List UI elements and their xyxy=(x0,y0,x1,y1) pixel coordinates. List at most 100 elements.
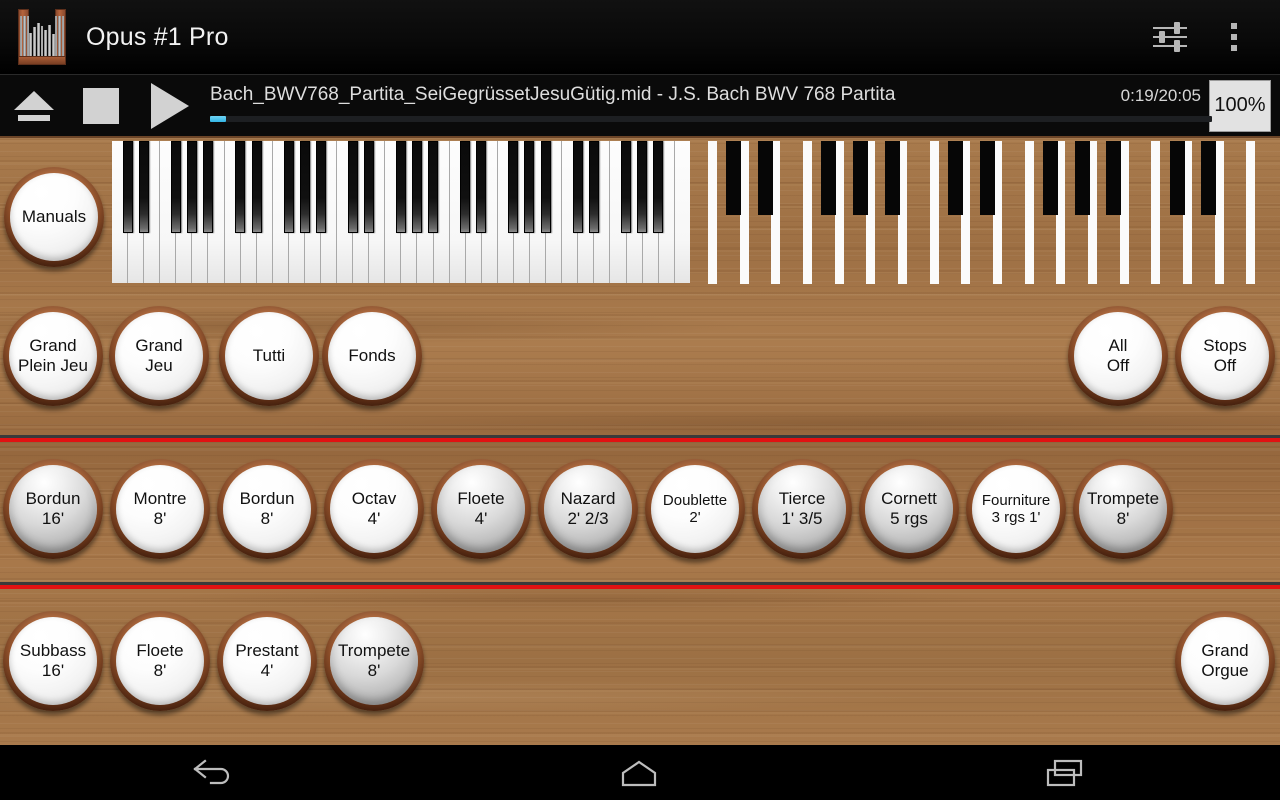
pedal-sharp-key[interactable] xyxy=(1043,141,1059,215)
black-key[interactable] xyxy=(572,141,583,233)
pedal-stop-prestant-4[interactable]: Prestant 4' xyxy=(217,611,317,711)
manual-stop-montre-8[interactable]: Montre 8' xyxy=(110,459,210,559)
pedal-sharp-key[interactable] xyxy=(821,141,837,215)
pedal-stop-trompete-8-label: Trompete 8' xyxy=(330,617,418,705)
black-key[interactable] xyxy=(588,141,599,233)
combination-fonds[interactable]: Fonds xyxy=(322,306,422,406)
manual-stop-doublette-2-label: Doublette 2' xyxy=(651,465,739,553)
nav-recents-button[interactable] xyxy=(852,745,1278,800)
manual-stop-cornett-5-rgs[interactable]: Cornett 5 rgs xyxy=(859,459,959,559)
black-key[interactable] xyxy=(476,141,487,233)
black-keys xyxy=(112,141,690,233)
pedal-sharp-key[interactable] xyxy=(948,141,964,215)
nav-back-button[interactable] xyxy=(0,745,426,800)
pedal-coupler-grand-orgue[interactable]: Grand Orgue xyxy=(1175,611,1275,711)
stop-button[interactable] xyxy=(68,74,134,137)
organ-pipes-icon xyxy=(18,9,66,65)
manual-stop-bordun-16[interactable]: Bordun 16' xyxy=(3,459,103,559)
stop-icon xyxy=(83,87,119,124)
pedal-coupler-grand-orgue-label: Grand Orgue xyxy=(1181,617,1269,705)
combination-stops-off[interactable]: Stops Off xyxy=(1175,306,1275,406)
pedal-sharp-key[interactable] xyxy=(979,141,995,215)
black-key[interactable] xyxy=(251,141,262,233)
pedal-stop-trompete-8[interactable]: Trompete 8' xyxy=(324,611,424,711)
action-bar: Opus #1 Pro xyxy=(0,0,1280,75)
pedal-stop-floete-8[interactable]: Floete 8' xyxy=(110,611,210,711)
nav-home-button[interactable] xyxy=(426,745,852,800)
pedal-sharp-key[interactable] xyxy=(1201,141,1217,215)
black-key[interactable] xyxy=(428,141,439,233)
pedal-sharp-key[interactable] xyxy=(726,141,742,215)
black-key[interactable] xyxy=(620,141,631,233)
black-key[interactable] xyxy=(652,141,663,233)
black-key[interactable] xyxy=(187,141,198,233)
manual-stop-cornett-5-rgs-label: Cornett 5 rgs xyxy=(865,465,953,553)
manual-stop-nazard-2-2-3[interactable]: Nazard 2' 2/3 xyxy=(538,459,638,559)
black-key[interactable] xyxy=(396,141,406,233)
equalizer-sliders-icon xyxy=(1153,22,1187,52)
black-key[interactable] xyxy=(299,141,310,233)
settings-button[interactable] xyxy=(1138,0,1202,75)
manual-stop-doublette-2[interactable]: Doublette 2' xyxy=(645,459,745,559)
black-key[interactable] xyxy=(524,141,535,233)
manual-stop-fourniture-3-rgs-1[interactable]: Fourniture 3 rgs 1' xyxy=(966,459,1066,559)
black-key[interactable] xyxy=(171,141,182,233)
manual-stop-nazard-2-2-3-label: Nazard 2' 2/3 xyxy=(544,465,632,553)
combination-tutti[interactable]: Tutti xyxy=(219,306,319,406)
eject-button[interactable] xyxy=(0,74,68,137)
combination-fonds-label: Fonds xyxy=(328,312,416,400)
black-key[interactable] xyxy=(363,141,374,233)
progress-bar[interactable] xyxy=(210,116,1212,122)
black-key[interactable] xyxy=(636,141,647,233)
manual-stop-tierce-1-3-5[interactable]: Tierce 1' 3/5 xyxy=(752,459,852,559)
black-key[interactable] xyxy=(203,141,214,233)
combination-grand-plein-jeu-label: Grand Plein Jeu xyxy=(9,312,97,400)
combination-grand-jeu[interactable]: Grand Jeu xyxy=(109,306,209,406)
black-key[interactable] xyxy=(123,141,134,233)
pedal-sharp-key[interactable] xyxy=(853,141,869,215)
pedal-key[interactable] xyxy=(803,141,812,284)
pedal-key[interactable] xyxy=(1151,141,1161,284)
black-key[interactable] xyxy=(412,141,423,233)
manual-keyboard[interactable] xyxy=(112,141,690,283)
black-key[interactable] xyxy=(347,141,358,233)
combination-all-off-label: All Off xyxy=(1074,312,1162,400)
pedalboard[interactable] xyxy=(703,141,1273,286)
track-title: Bach_BWV768_Partita_SeiGegrüssetJesuGüti… xyxy=(210,84,896,105)
black-key[interactable] xyxy=(540,141,551,233)
black-key[interactable] xyxy=(235,141,246,233)
manual-stop-trompete-8[interactable]: Trompete 8' xyxy=(1073,459,1173,559)
organ-console: Manuals Grand Plein Jeu Grand Jeu Tutti Fonds… xyxy=(0,138,1280,745)
overflow-menu-button[interactable] xyxy=(1202,0,1266,75)
pedal-key[interactable] xyxy=(708,141,717,284)
home-icon xyxy=(621,760,657,786)
manuals-coupler-label: Manuals xyxy=(10,173,98,261)
manual-stop-octav-4[interactable]: Octav 4' xyxy=(324,459,424,559)
combination-all-off[interactable]: All Off xyxy=(1068,306,1168,406)
pedal-key[interactable] xyxy=(1024,141,1034,284)
pedal-sharp-key[interactable] xyxy=(884,141,900,215)
pedal-key[interactable] xyxy=(929,141,939,284)
play-button[interactable] xyxy=(134,74,206,137)
manual-stop-floete-4[interactable]: Floete 4' xyxy=(431,459,531,559)
manual-stop-bordun-8[interactable]: Bordun 8' xyxy=(217,459,317,559)
tempo-button[interactable]: 100% xyxy=(1209,79,1271,132)
manuals-coupler-button[interactable]: Manuals xyxy=(4,167,104,267)
black-key[interactable] xyxy=(460,141,471,233)
pedal-sharp-key[interactable] xyxy=(1074,141,1090,215)
combination-grand-plein-jeu[interactable]: Grand Plein Jeu xyxy=(3,306,103,406)
manual-stop-fourniture-3-rgs-1-label: Fourniture 3 rgs 1' xyxy=(972,465,1060,553)
black-key[interactable] xyxy=(139,141,150,233)
pedal-sharp-key[interactable] xyxy=(1169,141,1185,215)
pedal-key[interactable] xyxy=(1246,141,1256,284)
pedal-sharp-key[interactable] xyxy=(758,141,774,215)
pedal-sharp-key[interactable] xyxy=(1106,141,1122,215)
pedal-stop-subbass-16[interactable]: Subbass 16' xyxy=(3,611,103,711)
black-key[interactable] xyxy=(283,141,294,233)
black-key[interactable] xyxy=(508,141,519,233)
combination-grand-jeu-label: Grand Jeu xyxy=(115,312,203,400)
app-title: Opus #1 Pro xyxy=(86,22,229,51)
time-display: 0:19/20:05 xyxy=(1120,86,1201,105)
manual-stop-octav-4-label: Octav 4' xyxy=(330,465,418,553)
black-key[interactable] xyxy=(315,141,326,233)
